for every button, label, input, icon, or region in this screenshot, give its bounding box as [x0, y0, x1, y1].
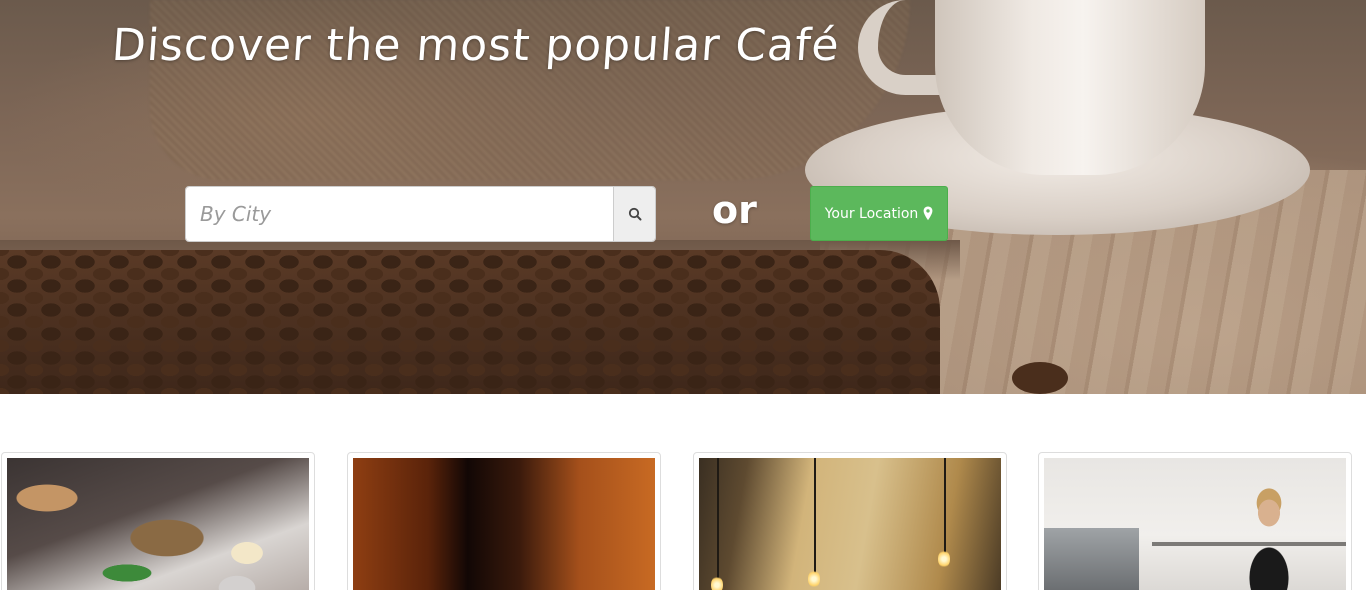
lamp-wire — [814, 458, 816, 578]
dark-cafe-photo — [353, 458, 655, 590]
page-title: Discover the most popular Café — [110, 20, 842, 71]
lamp-bulb — [808, 570, 820, 588]
cafe-card[interactable] — [1038, 452, 1352, 590]
food-plate-photo — [7, 458, 309, 590]
map-marker-icon — [923, 206, 933, 221]
cafe-card[interactable] — [347, 452, 661, 590]
city-search-group — [185, 186, 656, 242]
cafe-card[interactable] — [1, 452, 315, 590]
lamp-wire — [717, 458, 719, 583]
coffee-cup-graphic — [935, 0, 1205, 175]
espresso-machine-graphic — [1044, 528, 1139, 590]
cafe-interior-photo — [699, 458, 1001, 590]
lamp-wire — [944, 458, 946, 558]
or-separator: or — [712, 188, 757, 232]
single-bean-graphic — [1012, 362, 1068, 394]
hero-banner: Discover the most popular Café or Your L… — [0, 0, 1366, 394]
lamp-bulb — [711, 576, 723, 590]
barista-photo — [1044, 458, 1346, 590]
cafe-card[interactable] — [693, 452, 1007, 590]
shelf-graphic — [1152, 542, 1346, 546]
cafe-cards — [0, 452, 1366, 590]
location-button-label: Your Location — [824, 205, 919, 222]
search-icon — [628, 207, 641, 221]
lamp-bulb — [938, 550, 950, 568]
search-button[interactable] — [613, 187, 655, 241]
city-search-input[interactable] — [186, 187, 613, 241]
coffee-beans-graphic — [0, 250, 940, 394]
your-location-button[interactable]: Your Location — [810, 186, 948, 241]
